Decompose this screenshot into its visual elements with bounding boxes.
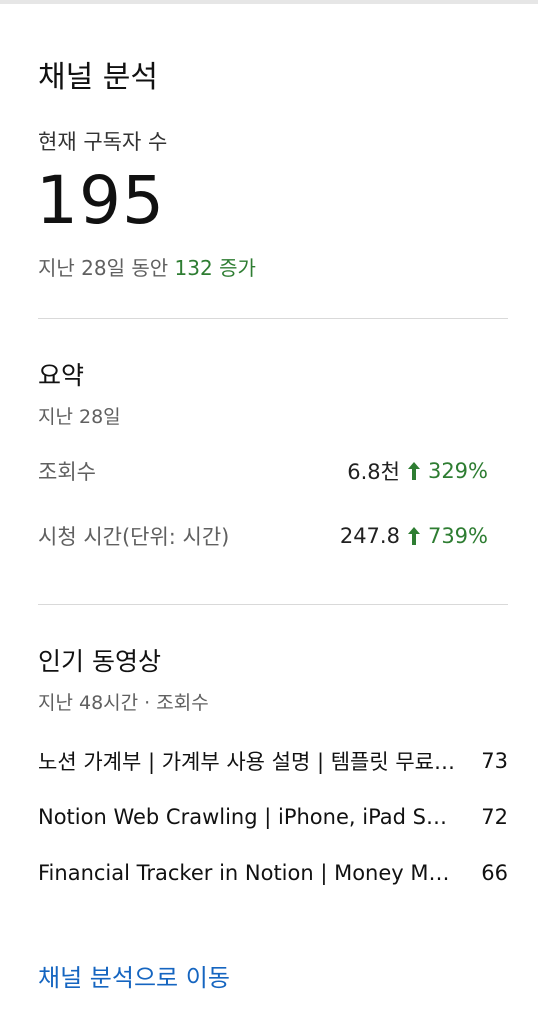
subscriber-count: 195 xyxy=(36,162,165,239)
top-videos-title: 인기 동영상 xyxy=(38,647,161,676)
divider xyxy=(38,604,508,605)
metric-value: 247.8 xyxy=(339,524,400,548)
metric-row-watch-time: 시청 시간(단위: 시간) 247.8 739% xyxy=(38,519,488,553)
subscriber-change: 지난 28일 동안 132 증가 xyxy=(38,252,256,281)
metric-value: 6.8천 xyxy=(347,460,400,484)
metric-label: 조회수 xyxy=(38,460,96,484)
video-row[interactable]: 노션 가계부 | 가계부 사용 설명 | 템플릿 무료 공유 73 xyxy=(38,744,508,778)
video-title[interactable]: Financial Tracker in Notion | Money Mana… xyxy=(38,861,460,885)
video-title[interactable]: 노션 가계부 | 가계부 사용 설명 | 템플릿 무료 공유 xyxy=(38,746,460,776)
top-videos-period: 지난 48시간 · 조회수 xyxy=(38,692,209,714)
card-title: 채널 분석 xyxy=(38,60,158,95)
video-row[interactable]: Notion Web Crawling | iPhone, iPad Short… xyxy=(38,800,508,834)
subscriber-change-period: 지난 28일 동안 xyxy=(38,256,169,280)
video-views: 72 xyxy=(481,805,508,829)
video-views: 66 xyxy=(481,861,508,885)
up-arrow-icon xyxy=(407,462,420,480)
subscriber-change-value: 132 증가 xyxy=(174,256,256,280)
metric-row-views: 조회수 6.8천 329% xyxy=(38,454,488,488)
video-row[interactable]: Financial Tracker in Notion | Money Mana… xyxy=(38,856,508,890)
video-title[interactable]: Notion Web Crawling | iPhone, iPad Short… xyxy=(38,805,460,829)
metric-change: 329% xyxy=(427,459,488,483)
up-arrow-icon xyxy=(407,527,420,545)
summary-title: 요약 xyxy=(38,361,85,390)
video-views: 73 xyxy=(481,749,508,773)
channel-analytics-card: 채널 분석 현재 구독자 수 195 지난 28일 동안 132 증가 요약 지… xyxy=(0,0,538,1022)
subscribers-label: 현재 구독자 수 xyxy=(38,130,168,154)
go-to-channel-analytics-link[interactable]: 채널 분석으로 이동 xyxy=(38,958,230,993)
metric-change: 739% xyxy=(427,524,488,548)
divider xyxy=(38,318,508,319)
metric-label: 시청 시간(단위: 시간) xyxy=(38,525,230,549)
summary-period: 지난 28일 xyxy=(38,406,121,428)
